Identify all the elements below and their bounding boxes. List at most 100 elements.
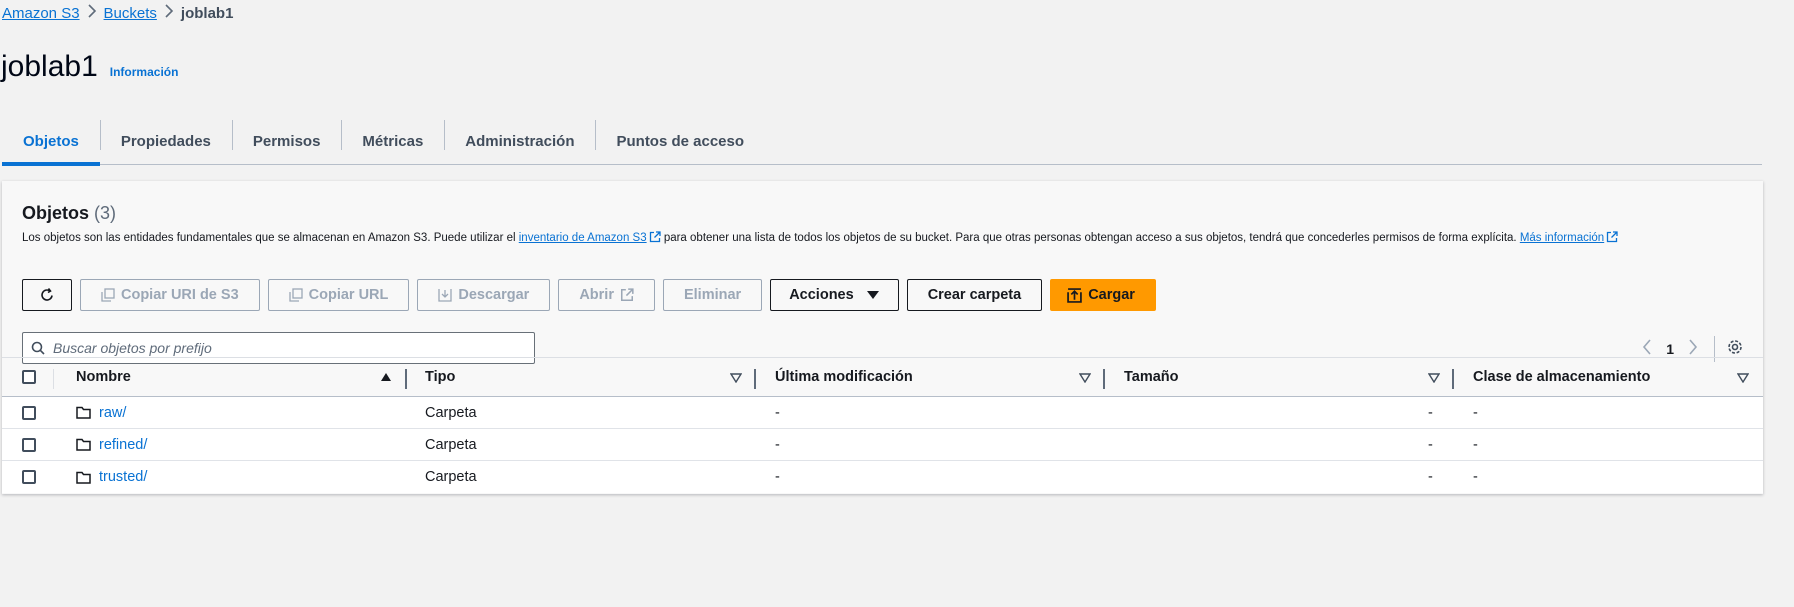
create-folder-button[interactable]: Crear carpeta — [906, 279, 1043, 311]
column-header-size[interactable]: Tamaño — [1124, 369, 1179, 385]
open-button[interactable]: Abrir — [558, 279, 655, 311]
column-divider[interactable] — [1452, 369, 1454, 389]
type-cell: Carpeta — [425, 404, 477, 421]
info-link[interactable]: Información — [110, 65, 179, 79]
breadcrumb-link-buckets[interactable]: Buckets — [104, 5, 157, 22]
refresh-button[interactable] — [22, 279, 72, 311]
sort-ascending-icon[interactable] — [380, 372, 392, 382]
object-name-link[interactable]: trusted/ — [99, 469, 147, 485]
column-header-type-label: Tipo — [425, 369, 456, 385]
caret-down-icon — [866, 291, 879, 299]
actions-label: Acciones — [789, 287, 854, 303]
folder-icon — [76, 438, 91, 451]
row-checkbox[interactable] — [22, 437, 36, 452]
refresh-icon — [41, 288, 53, 301]
search-input[interactable] — [53, 340, 513, 356]
external-link-icon — [1607, 231, 1618, 243]
breadcrumb-link-amazon-s3[interactable]: Amazon S3 — [2, 5, 80, 22]
type-cell: Carpeta — [425, 469, 477, 485]
table-row[interactable]: raw/ Carpeta - - - — [2, 397, 1763, 429]
object-name-link[interactable]: raw/ — [99, 405, 126, 421]
object-name-link[interactable]: refined/ — [99, 437, 147, 453]
column-header-storage-class-label: Clase de almacenamiento — [1473, 369, 1651, 385]
sort-icon[interactable] — [1737, 373, 1749, 383]
row-checkbox[interactable] — [22, 405, 36, 420]
modified-cell: - — [775, 469, 780, 485]
download-button[interactable]: Descargar — [417, 279, 551, 311]
row-checkbox-cell — [22, 437, 36, 452]
tab-objetos[interactable]: Objetos — [2, 118, 100, 166]
description-text-1: Los objetos son las entidades fundamenta… — [22, 232, 516, 244]
column-header-name[interactable]: Nombre — [76, 369, 131, 385]
column-header-modified[interactable]: Última modificación — [775, 369, 913, 385]
copy-url-button[interactable]: Copiar URL — [267, 279, 410, 311]
column-header-modified-label: Última modificación — [775, 369, 913, 385]
type-cell: Carpeta — [425, 436, 477, 453]
sort-icon[interactable] — [1079, 373, 1091, 383]
size-cell: - — [1428, 469, 1433, 485]
table-row[interactable]: refined/ Carpeta - - - — [2, 429, 1763, 461]
table-header: Nombre Tipo Última modificación Tamaño C… — [2, 357, 1763, 397]
inventory-link[interactable]: inventario de Amazon S3 — [519, 231, 661, 244]
toolbar: Copiar URI de S3 Copiar URL Descargar Ab… — [22, 279, 1156, 311]
more-info-link-label: Más información — [1519, 232, 1605, 244]
tab-puntos-de-acceso[interactable]: Puntos de acceso — [595, 118, 765, 164]
download-label: Descargar — [458, 287, 530, 303]
page-number[interactable]: 1 — [1666, 341, 1674, 357]
objects-description: Los objetos son las entidades fundamenta… — [22, 231, 1743, 244]
select-all-checkbox[interactable] — [22, 370, 36, 384]
copy-url-label: Copiar URL — [308, 287, 389, 303]
objects-count: (3) — [94, 203, 117, 223]
tab-bar: Objetos Propiedades Permisos Métricas Ad… — [2, 118, 1762, 166]
copy-icon — [101, 288, 115, 302]
size-cell: - — [1428, 404, 1433, 421]
page-header: joblab1 Información — [1, 50, 178, 84]
column-header-size-label: Tamaño — [1124, 369, 1179, 385]
size-cell: - — [1428, 436, 1433, 453]
row-checkbox[interactable] — [22, 470, 36, 484]
copy-icon — [288, 288, 303, 302]
upload-label: Cargar — [1088, 287, 1135, 303]
open-label: Abrir — [579, 287, 614, 303]
sort-icon[interactable] — [1428, 373, 1440, 383]
copy-uri-button[interactable]: Copiar URI de S3 — [80, 279, 260, 311]
modified-cell: - — [775, 404, 780, 421]
name-cell: refined/ — [76, 437, 147, 453]
section-title: Objetos (3) — [22, 203, 1743, 224]
tab-metricas[interactable]: Métricas — [341, 118, 444, 164]
more-info-link[interactable]: Más información — [1519, 231, 1618, 244]
page-title: joblab1 — [1, 50, 98, 83]
column-divider — [53, 369, 54, 389]
create-folder-label: Crear carpeta — [927, 287, 1022, 303]
delete-button[interactable]: Eliminar — [662, 279, 763, 311]
tab-propiedades[interactable]: Propiedades — [99, 118, 232, 164]
folder-icon — [76, 471, 91, 484]
description-text-2: para obtener una lista de todos los obje… — [663, 232, 1517, 244]
upload-icon — [1067, 287, 1082, 303]
external-link-icon — [649, 231, 661, 243]
search-icon — [31, 341, 45, 355]
column-divider[interactable] — [754, 369, 756, 389]
download-icon — [438, 289, 453, 302]
storage-class-cell: - — [1473, 469, 1478, 485]
column-header-storage-class[interactable]: Clase de almacenamiento — [1473, 369, 1650, 385]
name-cell: raw/ — [76, 405, 126, 421]
row-checkbox-cell — [22, 470, 36, 484]
copy-uri-label: Copiar URI de S3 — [121, 287, 239, 303]
column-header-type[interactable]: Tipo — [425, 369, 455, 385]
column-header-name-label: Nombre — [76, 369, 131, 385]
tab-permisos[interactable]: Permisos — [231, 118, 342, 164]
column-divider[interactable] — [405, 369, 407, 389]
chevron-right-icon — [157, 4, 181, 22]
external-link-icon — [620, 288, 634, 302]
column-divider[interactable] — [1103, 369, 1105, 389]
actions-dropdown[interactable]: Acciones — [770, 279, 899, 311]
modified-cell: - — [775, 436, 780, 453]
upload-button[interactable]: Cargar — [1050, 279, 1156, 311]
objects-panel: Objetos (3) Los objetos son las entidade… — [2, 181, 1763, 494]
sort-icon[interactable] — [730, 373, 742, 383]
tab-administracion[interactable]: Administración — [444, 118, 595, 164]
table-row[interactable]: trusted/ Carpeta - - - — [2, 461, 1763, 493]
breadcrumb: Amazon S3 Buckets joblab1 — [2, 4, 233, 22]
breadcrumb-current: joblab1 — [180, 4, 234, 22]
